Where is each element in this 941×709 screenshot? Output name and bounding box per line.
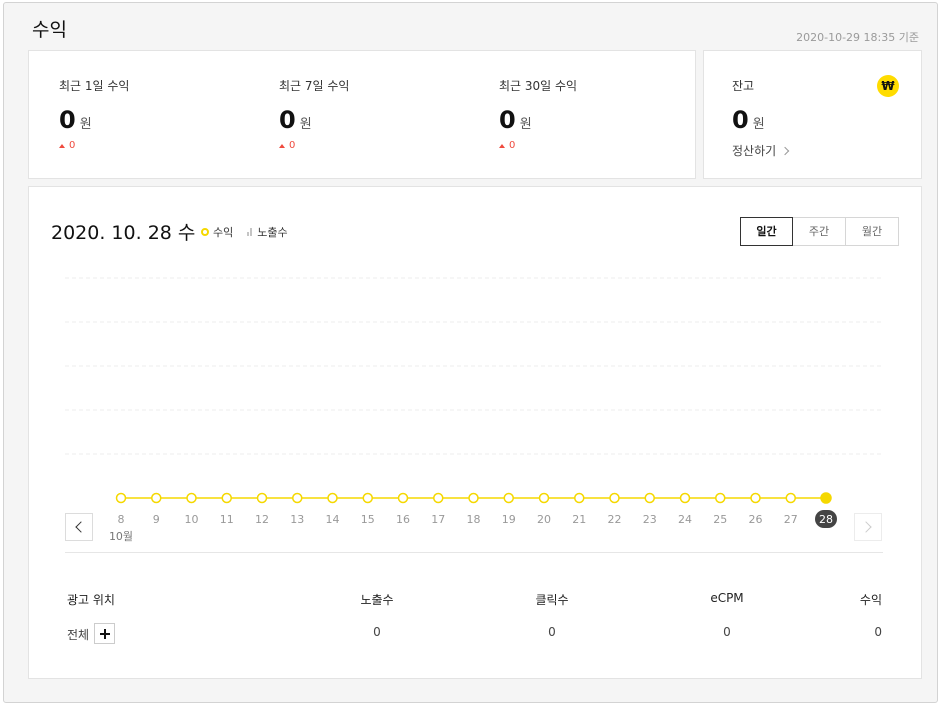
cell-impressions: 0 [373, 625, 381, 639]
up-arrow-icon [499, 143, 505, 148]
data-point [292, 492, 303, 504]
settle-link[interactable]: 정산하기 [732, 142, 790, 159]
x-tick-label: 14 [326, 513, 340, 526]
stat-delta: 0 [59, 140, 129, 151]
cell-position-label: 전체 [67, 628, 90, 642]
cell-clicks: 0 [548, 625, 556, 639]
balance-label: 잔고 [732, 79, 755, 93]
data-point [151, 492, 162, 504]
summary-card: 최근 1일 수익 0 원 0 최근 7일 수익 0 원 0 최근 30일 수익 … [28, 50, 696, 179]
data-point [574, 492, 585, 504]
x-tick-label: 8 [118, 513, 125, 526]
balance-stat: 잔고 0 원 정산하기 [732, 77, 790, 159]
stat-label: 최근 30일 수익 [499, 79, 578, 93]
x-tick-label: 17 [431, 513, 445, 526]
balance-unit: 원 [752, 117, 765, 132]
stat-7day: 최근 7일 수익 0 원 0 [279, 77, 349, 151]
balance-value: 0 [732, 106, 749, 134]
stat-unit: 원 [299, 117, 312, 132]
stat-30day: 최근 30일 수익 0 원 0 [499, 77, 577, 151]
data-point [609, 492, 620, 504]
data-point [785, 492, 796, 504]
next-period-button[interactable] [854, 513, 882, 541]
page-title: 수익 [32, 19, 67, 41]
x-tick-label: 18 [467, 513, 481, 526]
stat-value: 0 [59, 106, 76, 134]
won-icon: ₩ [877, 75, 899, 97]
x-month-label: 10월 [109, 530, 133, 543]
data-point [115, 492, 127, 504]
stat-value-row: 0 원 [499, 106, 577, 134]
stat-value-row: 0 원 [279, 106, 349, 134]
data-point [186, 492, 197, 504]
x-tick-label: 11 [220, 513, 234, 526]
data-point [362, 492, 373, 504]
expand-plus-button[interactable] [94, 623, 116, 644]
cell-ecpm: 0 [723, 625, 731, 639]
stat-value: 0 [279, 106, 296, 134]
data-point [820, 492, 832, 504]
chart-card: 2020. 10. 28 수 수익 노출수 일간 주간 월간 8 9 10 11 12 1… [28, 186, 922, 679]
stat-value-row: 0 원 [59, 106, 129, 134]
x-tick-label: 22 [608, 513, 622, 526]
stat-delta-value: 0 [289, 140, 296, 151]
x-tick-label: 9 [153, 513, 160, 526]
data-point [538, 492, 550, 504]
stat-delta-value: 0 [509, 140, 516, 151]
x-tick-label: 24 [678, 513, 692, 526]
x-tick-label: 26 [749, 513, 763, 526]
stat-unit: 원 [519, 117, 532, 132]
stat-1day: 최근 1일 수익 0 원 0 [59, 77, 129, 151]
x-tick-label: 12 [255, 513, 269, 526]
stat-label: 최근 7일 수익 [279, 79, 350, 93]
up-arrow-icon [279, 143, 285, 148]
header-clicks: 클릭수 [535, 593, 569, 607]
header-ecpm: eCPM [710, 591, 744, 605]
cell-revenue: 0 [874, 625, 882, 639]
stat-value: 0 [499, 106, 516, 134]
x-tick-label: 28 [819, 513, 833, 526]
data-timestamp: 2020-10-29 18:35 기준 [796, 31, 919, 44]
chevron-right-icon [860, 521, 872, 533]
data-point [679, 492, 691, 504]
prev-period-button[interactable] [65, 513, 93, 541]
chevron-right-icon [780, 146, 790, 155]
balance-value-row: 0 원 [732, 106, 788, 134]
header-revenue: 수익 [859, 593, 882, 607]
x-tick-label: 10 [185, 513, 199, 526]
data-point [715, 492, 726, 504]
up-arrow-icon [59, 143, 65, 148]
x-tick-label: 15 [361, 513, 375, 526]
x-tick-label: 16 [396, 513, 410, 526]
x-tick-label: 23 [643, 513, 657, 526]
data-point [503, 492, 514, 504]
divider [65, 552, 883, 553]
x-tick-label: 20 [537, 513, 551, 526]
data-point [433, 492, 444, 504]
stat-delta-value: 0 [69, 140, 76, 151]
x-tick-label: 27 [784, 513, 798, 526]
stat-label: 최근 1일 수익 [59, 79, 130, 93]
stat-unit: 원 [79, 117, 92, 132]
data-point [256, 492, 268, 504]
x-tick-label: 21 [572, 513, 586, 526]
settle-link-label: 정산하기 [732, 144, 777, 158]
balance-card: 잔고 0 원 정산하기 ₩ [703, 50, 922, 179]
data-point [644, 492, 655, 504]
x-tick-label: 13 [290, 513, 304, 526]
data-point [327, 492, 338, 504]
stat-delta: 0 [499, 140, 577, 151]
x-tick-label: 25 [713, 513, 727, 526]
header-impressions: 노출수 [360, 593, 394, 607]
header-ad-position: 광고 위치 [67, 593, 115, 607]
x-tick-label: 19 [502, 513, 516, 526]
revenue-chart: 8 9 10 11 12 13 14 15 16 17 18 19 20 21 22 23 24 25 26 27 28… [65, 277, 883, 543]
data-point [468, 492, 479, 504]
stat-delta: 0 [279, 140, 349, 151]
chevron-left-icon [75, 521, 87, 533]
data-point [397, 492, 409, 504]
data-point [750, 492, 761, 504]
cell-position: 전체 [67, 623, 116, 646]
data-point [221, 492, 232, 504]
